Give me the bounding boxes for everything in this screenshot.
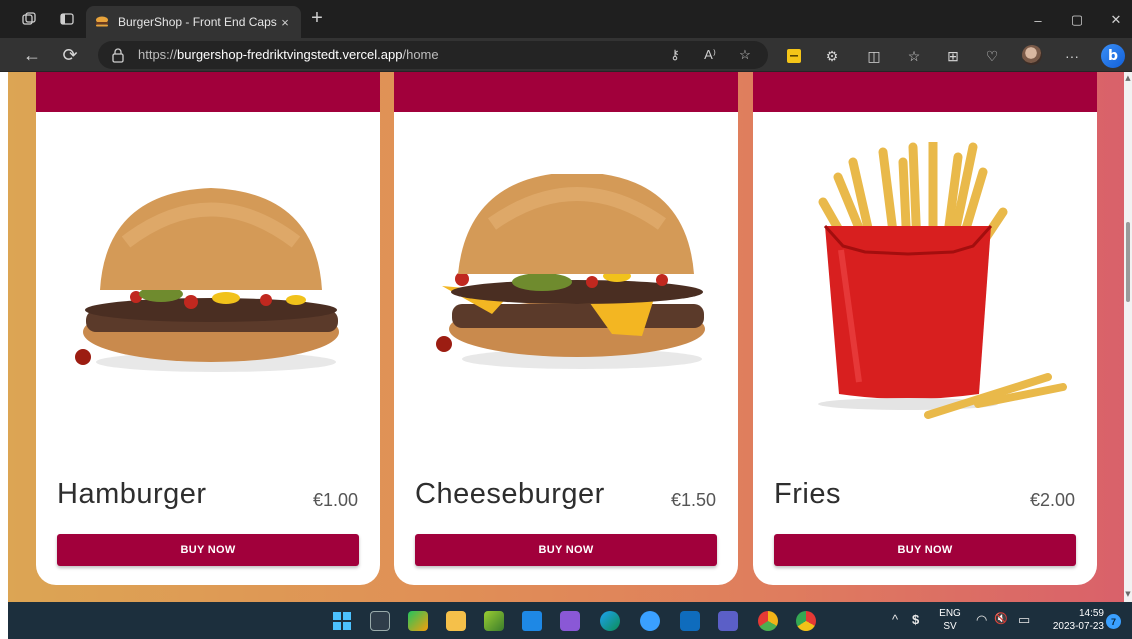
browser-tab-active[interactable]: BurgerShop - Front End Capston × <box>86 6 301 38</box>
chrome-icon[interactable] <box>796 611 816 631</box>
visual-studio-icon[interactable] <box>560 611 580 631</box>
notepad-icon[interactable] <box>484 611 504 631</box>
favorite-star-icon[interactable]: ☆ <box>736 46 754 64</box>
hamburger-image <box>75 188 339 372</box>
volume-muted-icon[interactable]: 🔇 <box>994 612 1008 625</box>
back-button[interactable]: ← <box>19 42 45 68</box>
start-icon[interactable] <box>332 611 352 631</box>
product-price: €2.00 <box>1029 490 1075 510</box>
key-icon[interactable]: ⚷ <box>666 46 684 64</box>
browser-navbar: ← ⟳ https://burgershop-fredriktvingstedt… <box>0 38 1132 72</box>
card-header-band <box>36 72 380 112</box>
system-clock[interactable]: 14:59 2023-07-23 <box>1044 607 1104 633</box>
teams-icon[interactable] <box>718 611 738 631</box>
cheeseburger-image <box>436 174 705 369</box>
new-tab-button[interactable]: + <box>306 8 328 30</box>
notification-badge[interactable]: 7 <box>1106 614 1121 629</box>
tab-title: BurgerShop - Front End Capston <box>118 15 277 29</box>
extensions-icon[interactable]: ⚙ <box>822 46 842 66</box>
collections-icon[interactable]: ⊞ <box>943 46 963 66</box>
refresh-button[interactable]: ⟳ <box>57 42 83 68</box>
scroll-thumb[interactable] <box>1126 222 1130 302</box>
more-menu-icon[interactable]: ··· <box>1062 46 1082 66</box>
burger-favicon-icon <box>96 16 108 27</box>
buy-now-button-hamburger[interactable]: BUY NOW <box>57 534 359 566</box>
buy-now-button-cheeseburger[interactable]: BUY NOW <box>415 534 717 566</box>
product-name: Hamburger <box>57 478 207 510</box>
url-scheme: https:// <box>138 47 178 62</box>
favorites-icon[interactable]: ☆ <box>904 46 924 66</box>
product-price: €1.00 <box>312 490 358 510</box>
lock-icon[interactable] <box>110 47 126 63</box>
url-host: burgershop-fredriktvingstedt.vercel.app <box>177 47 403 62</box>
extension-sticky-icon[interactable] <box>784 46 804 66</box>
address-bar[interactable]: https://burgershop-fredriktvingstedt.ver… <box>98 41 768 69</box>
split-screen-icon[interactable]: ◫ <box>864 46 884 66</box>
page-viewport: Hamburger €1.00 BUY NOW Cheeseburger €1.… <box>8 72 1124 602</box>
read-aloud-icon[interactable]: A⁾ <box>701 46 719 64</box>
tab-actions-icon[interactable] <box>56 8 78 30</box>
browser-titlebar: BurgerShop - Front End Capston × + – ▢ ✕ <box>0 0 1132 38</box>
vscode-icon[interactable] <box>522 611 542 631</box>
product-card-fries: Fries €2.00 BUY NOW <box>753 72 1097 585</box>
chrome-canary-icon[interactable] <box>758 611 778 631</box>
workspaces-icon[interactable] <box>18 8 40 30</box>
language-indicator[interactable]: ENG SV <box>938 607 962 633</box>
minimize-button[interactable]: – <box>1018 6 1058 34</box>
close-window-button[interactable]: ✕ <box>1096 6 1132 34</box>
browser-essentials-icon[interactable]: ♡ <box>982 46 1002 66</box>
url-text[interactable]: https://burgershop-fredriktvingstedt.ver… <box>138 47 439 62</box>
product-price: €1.50 <box>670 490 716 510</box>
clock-date: 2023-07-23 <box>1052 621 1104 632</box>
outlook-icon[interactable] <box>680 611 700 631</box>
product-card-hamburger: Hamburger €1.00 BUY NOW <box>36 72 380 585</box>
wifi-icon[interactable]: ◠ <box>976 612 987 628</box>
page-scrollbar[interactable]: ▲ ▼ <box>1124 72 1132 602</box>
tray-overflow-icon[interactable]: ^ <box>892 612 898 627</box>
product-name: Fries <box>774 478 841 510</box>
edge-icon[interactable] <box>600 611 620 631</box>
language-bottom: SV <box>943 621 957 632</box>
snipping-tool-icon[interactable] <box>408 611 428 631</box>
scroll-up-icon[interactable]: ▲ <box>1124 74 1132 84</box>
tab-close-icon[interactable]: × <box>277 15 293 30</box>
fries-image <box>818 142 1067 419</box>
flux-app-icon[interactable] <box>370 611 390 631</box>
cortana-icon[interactable] <box>640 611 660 631</box>
url-path: /home <box>402 47 439 62</box>
buy-now-button-fries[interactable]: BUY NOW <box>774 534 1076 566</box>
bing-copilot-icon[interactable]: b <box>1101 44 1125 68</box>
battery-icon[interactable]: ▭ <box>1018 612 1030 628</box>
language-top: ENG <box>939 608 961 619</box>
scroll-down-icon[interactable]: ▼ <box>1124 590 1132 600</box>
clock-time: 14:59 <box>1078 608 1104 619</box>
maximize-button[interactable]: ▢ <box>1057 6 1097 34</box>
card-header-band <box>394 72 738 112</box>
card-header-band <box>753 72 1097 112</box>
windows-taskbar: ^ $ ENG SV ◠ 🔇 ▭ 14:59 2023-07-23 7 <box>8 602 1132 639</box>
currency-app-icon[interactable]: $ <box>912 612 919 627</box>
product-card-cheeseburger: Cheeseburger €1.50 BUY NOW <box>394 72 738 585</box>
profile-avatar[interactable] <box>1022 45 1042 65</box>
file-explorer-icon[interactable] <box>446 611 466 631</box>
product-name: Cheeseburger <box>415 478 605 510</box>
